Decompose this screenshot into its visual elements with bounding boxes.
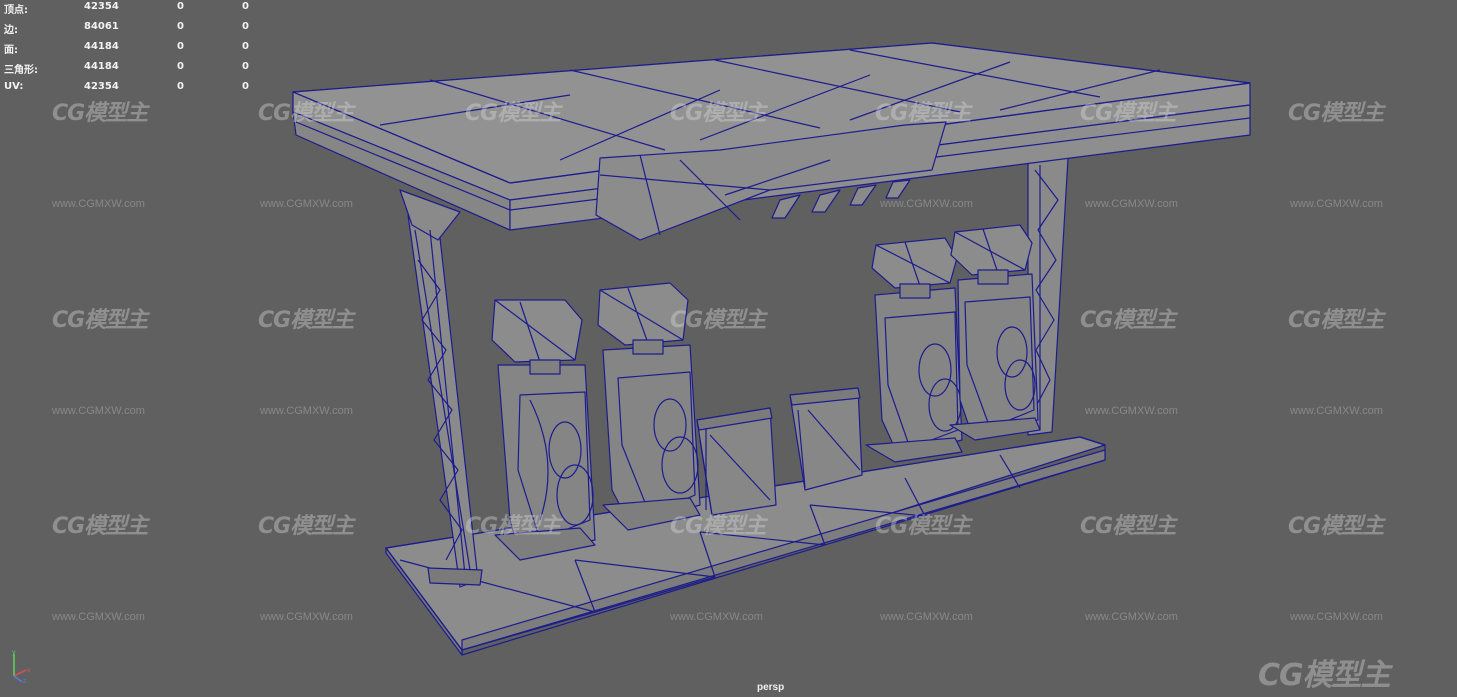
utility-cabinet <box>696 407 777 516</box>
fuel-pump <box>949 224 1041 441</box>
fuel-pump <box>597 282 701 531</box>
hud-value: 0 <box>242 1 249 12</box>
fuel-pump <box>865 237 963 463</box>
hud-label: 三角形: <box>4 65 38 76</box>
hud-row-vertices: 顶点: 42354 0 0 <box>4 0 264 20</box>
axis-gizmo-icon: y x z <box>12 650 31 684</box>
hud-value: 0 <box>177 61 184 72</box>
hud-label: UV: <box>4 81 24 92</box>
hud-label: 顶点: <box>4 5 28 16</box>
hud-value: 42354 <box>84 81 119 92</box>
hud-value: 0 <box>177 21 184 32</box>
hud-value: 0 <box>242 21 249 32</box>
poly-count-hud: 顶点: 42354 0 0 边: 84061 0 0 面: 44184 0 0 … <box>4 0 264 100</box>
hud-label: 面: <box>4 45 18 56</box>
utility-cabinet <box>789 387 863 491</box>
hud-value: 0 <box>177 41 184 52</box>
hud-value: 84061 <box>84 21 119 32</box>
camera-name-label: persp <box>757 682 785 693</box>
hud-row-triangles: 三角形: 44184 0 0 <box>4 60 264 80</box>
hud-row-uvs: UV: 42354 0 0 <box>4 80 264 100</box>
hud-value: 44184 <box>84 61 119 72</box>
hud-row-faces: 面: 44184 0 0 <box>4 40 264 60</box>
left-column <box>399 189 483 588</box>
hud-value: 0 <box>242 41 249 52</box>
hud-row-edges: 边: 84061 0 0 <box>4 20 264 40</box>
canopy-roof <box>292 42 1251 231</box>
axis-z-label: z <box>23 678 26 684</box>
hud-value: 42354 <box>84 1 119 12</box>
hud-value: 0 <box>242 61 249 72</box>
hud-value: 0 <box>177 81 184 92</box>
fuel-pump <box>491 299 596 561</box>
hud-value: 0 <box>177 1 184 12</box>
hud-label: 边: <box>4 25 18 36</box>
axis-y-label: y <box>12 650 16 656</box>
3d-viewport[interactable]: 顶点: 42354 0 0 边: 84061 0 0 面: 44184 0 0 … <box>0 0 1457 697</box>
gas-station-model[interactable] <box>0 0 1457 697</box>
axis-x-label: x <box>27 667 31 674</box>
hud-value: 0 <box>242 81 249 92</box>
hud-value: 44184 <box>84 41 119 52</box>
